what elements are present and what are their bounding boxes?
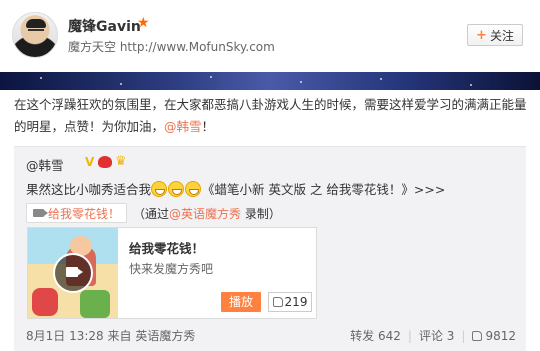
retweet-footer: 8月1日 13:28 来自 英语魔方秀 转发 642 | 评论 3 | 9812 <box>26 327 516 345</box>
verified-badge-icon[interactable]: V <box>85 155 94 169</box>
plus-icon: + <box>476 27 487 43</box>
post-source[interactable]: 来自 英语魔方秀 <box>108 329 196 343</box>
thumbs-up-icon <box>472 330 483 341</box>
card-description: 快来发魔方秀吧 <box>129 262 214 276</box>
retweet-text-start: 果然这比小咖秀适合我 <box>26 182 152 197</box>
card-like-button[interactable]: 219 <box>268 292 312 312</box>
user-name[interactable]: 魔锋Gavin <box>68 16 141 36</box>
retweet-user[interactable]: @韩雪 <box>26 155 64 174</box>
follow-button[interactable]: + 关注 <box>467 24 523 46</box>
action-bar: 转发 642 | 评论 3 | 9812 <box>350 327 516 344</box>
video-play-icon[interactable] <box>53 253 93 293</box>
grin-emoji-icon <box>185 181 202 197</box>
member-heart-icon[interactable] <box>98 156 112 168</box>
via-prefix: （通过 <box>133 206 170 221</box>
video-link[interactable]: 给我零花钱！ <box>26 203 128 223</box>
post-meta: 8月1日 13:28 来自 英语魔方秀 <box>26 327 195 344</box>
avatar-glasses <box>28 29 44 33</box>
post-text-end: ！ <box>201 119 215 134</box>
retweet-block: @韩雪 V ♛ 果然这比小咖秀适合我 《蜡笔小新 英文版 之 给我零花钱！》>>>… <box>14 146 526 351</box>
video-thumbnail[interactable] <box>28 228 118 318</box>
play-button[interactable]: 播放 <box>221 292 261 312</box>
via-suffix: 录制） <box>241 206 281 221</box>
video-camera-icon <box>33 209 48 217</box>
user-subtitle: 魔方天空 http://www.MofunSky.com <box>68 40 275 54</box>
like-count: 9812 <box>485 328 516 343</box>
follow-label: 关注 <box>489 28 514 43</box>
avatar[interactable] <box>12 12 58 58</box>
mention-link[interactable]: @韩雪 <box>164 119 202 134</box>
crown-icon[interactable]: ♛ <box>115 154 127 169</box>
via-text: （通过@英语魔方秀 录制） <box>133 205 281 222</box>
star-icon: ★ <box>137 15 150 31</box>
card-title[interactable]: 给我零花钱！ <box>129 238 204 257</box>
post-header: 魔锋Gavin ★ 魔方天空 http://www.MofunSky.com +… <box>0 0 540 72</box>
thumbnail-figure <box>80 290 110 318</box>
cover-banner <box>0 72 540 90</box>
repost-button[interactable]: 转发 642 <box>350 327 401 344</box>
via-org-link[interactable]: @英语魔方秀 <box>169 207 241 221</box>
divider: | <box>407 328 412 343</box>
grin-emoji-icon <box>168 181 185 197</box>
comment-button[interactable]: 评论 3 <box>419 327 454 344</box>
retweet-text: 果然这比小咖秀适合我 《蜡笔小新 英文版 之 给我零花钱！》>>> <box>26 179 445 198</box>
video-card[interactable]: 给我零花钱！ 快来发魔方秀吧 播放 219 <box>27 227 317 319</box>
post-text-body: 在这个浮躁狂欢的氛围里，在大家都恶搞八卦游戏人生的时候，需要这样爱学习的满满正能… <box>14 97 527 134</box>
video-link-row: 给我零花钱！ （通过@英语魔方秀 录制） <box>26 203 281 223</box>
avatar-hair <box>26 19 46 28</box>
post-time[interactable]: 8月1日 13:28 <box>26 329 104 343</box>
thumbs-up-icon <box>272 297 283 307</box>
divider: | <box>461 328 466 343</box>
thumbnail-figure <box>32 288 58 316</box>
retweet-text-end: 《蜡笔小新 英文版 之 给我零花钱！》>>> <box>202 182 446 197</box>
like-button[interactable]: 9812 <box>472 329 516 343</box>
video-link-label: 给我零花钱！ <box>48 206 121 221</box>
card-like-count: 219 <box>284 295 308 309</box>
post-text: 在这个浮躁狂欢的氛围里，在大家都恶搞八卦游戏人生的时候，需要这样爱学习的满满正能… <box>14 94 529 138</box>
grin-emoji-icon <box>151 181 168 197</box>
